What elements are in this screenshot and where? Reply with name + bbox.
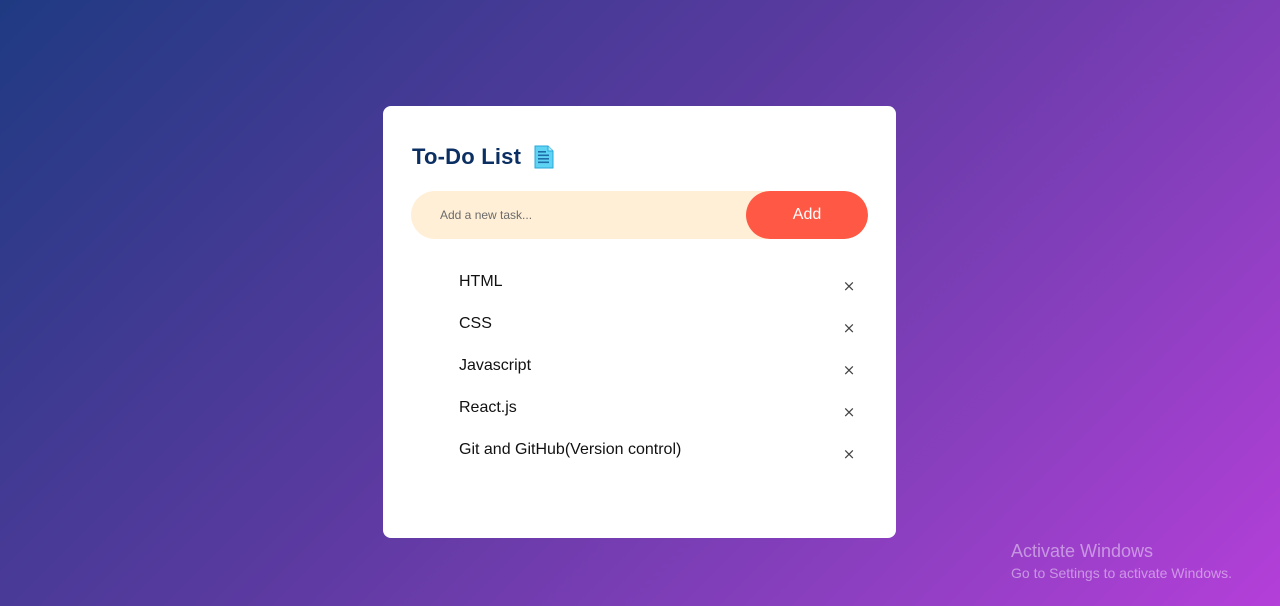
task-text: React.js: [459, 399, 517, 416]
close-icon[interactable]: ×: [837, 442, 861, 466]
add-button[interactable]: Add: [746, 191, 868, 239]
close-icon[interactable]: ×: [837, 400, 861, 424]
list-item[interactable]: HTML ×: [383, 268, 896, 310]
close-icon[interactable]: ×: [837, 316, 861, 340]
list-item[interactable]: React.js ×: [383, 394, 896, 436]
task-list: HTML × CSS × Javascript × React.js × Git…: [383, 268, 896, 478]
task-text: HTML: [459, 273, 503, 290]
page-title: To-Do List: [412, 144, 522, 169]
task-text: Git and GitHub(Version control): [459, 441, 682, 458]
todo-card: To-Do List Add HTML × CSS × Javascript: [383, 106, 896, 538]
title-row: To-Do List: [412, 144, 554, 170]
new-task-input[interactable]: [411, 191, 746, 239]
notepad-icon: [534, 145, 554, 169]
list-item[interactable]: Javascript ×: [383, 352, 896, 394]
activation-watermark: Activate Windows Go to Settings to activ…: [1011, 540, 1232, 583]
close-icon[interactable]: ×: [837, 358, 861, 382]
add-task-row: Add: [411, 191, 868, 239]
task-text: CSS: [459, 315, 492, 332]
watermark-title: Activate Windows: [1011, 541, 1154, 561]
close-icon[interactable]: ×: [837, 274, 861, 298]
list-item[interactable]: CSS ×: [383, 310, 896, 352]
task-text: Javascript: [459, 357, 532, 374]
watermark-subtitle: Go to Settings to activate Windows.: [1011, 565, 1232, 581]
list-item[interactable]: Git and GitHub(Version control) ×: [383, 436, 896, 478]
